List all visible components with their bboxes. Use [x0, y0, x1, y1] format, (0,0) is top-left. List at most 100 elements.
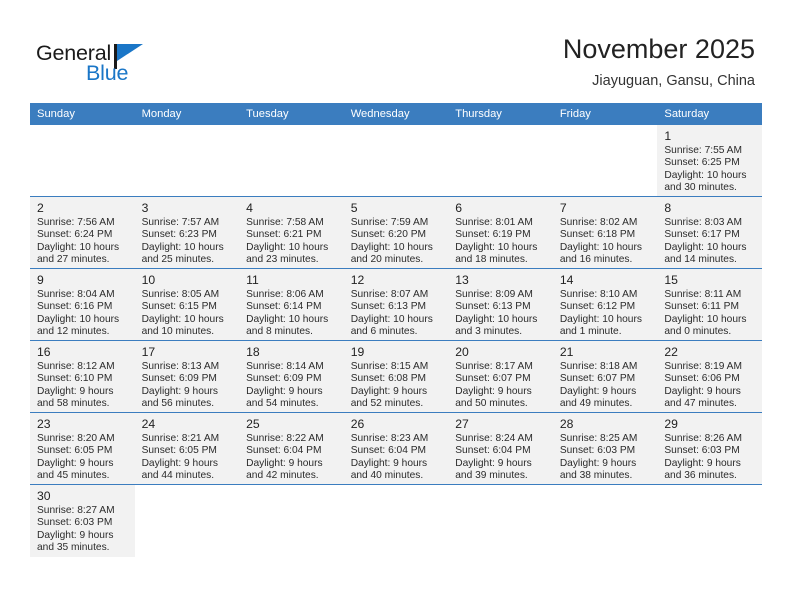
- weekday-header-thursday: Thursday: [448, 103, 553, 125]
- day-cell[interactable]: 29 Sunrise: 8:26 AM Sunset: 6:03 PM Dayl…: [657, 413, 762, 485]
- daylight-text-line2: and 25 minutes.: [141, 254, 215, 266]
- sunrise-text: Sunrise: 7:57 AM: [141, 217, 220, 228]
- day-cell[interactable]: 12 Sunrise: 8:07 AM Sunset: 6:13 PM Dayl…: [343, 269, 449, 341]
- day-number: 1: [664, 129, 672, 143]
- sunrise-text: Sunrise: 8:05 AM: [141, 289, 220, 300]
- sunset-text: Sunset: 6:13 PM: [455, 301, 531, 313]
- daylight-text-line1: Daylight: 9 hours: [350, 385, 428, 397]
- day-number: 22: [664, 345, 678, 359]
- day-cell[interactable]: 26 Sunrise: 8:23 AM Sunset: 6:04 PM Dayl…: [343, 413, 449, 485]
- day-cell[interactable]: 13 Sunrise: 8:09 AM Sunset: 6:13 PM Dayl…: [448, 269, 553, 341]
- sunrise-text: Sunrise: 8:17 AM: [455, 361, 533, 372]
- daylight-text-line1: Daylight: 10 hours: [246, 313, 329, 325]
- day-cell[interactable]: 17 Sunrise: 8:13 AM Sunset: 6:09 PM Dayl…: [134, 341, 240, 413]
- sunrise-text: Sunrise: 8:19 AM: [664, 361, 742, 372]
- daylight-text-line1: Daylight: 9 hours: [37, 385, 114, 397]
- calendar-header-row: Sunday Monday Tuesday Wednesday Thursday…: [30, 103, 762, 125]
- sunrise-text: Sunrise: 8:10 AM: [559, 289, 638, 300]
- day-cell-empty: [343, 125, 449, 197]
- daylight-text-line2: and 36 minutes.: [664, 470, 737, 482]
- weekday-header-friday: Friday: [552, 103, 658, 125]
- day-number: 20: [455, 345, 469, 359]
- day-cell[interactable]: 4 Sunrise: 7:58 AM Sunset: 6:21 PM Dayli…: [239, 197, 344, 269]
- day-cell[interactable]: 25 Sunrise: 8:22 AM Sunset: 6:04 PM Dayl…: [239, 413, 344, 485]
- daylight-text-line2: and 39 minutes.: [455, 470, 528, 482]
- daylight-text-line2: and 49 minutes.: [559, 398, 633, 410]
- sunset-text: Sunset: 6:11 PM: [664, 301, 739, 313]
- daylight-text-line2: and 40 minutes.: [350, 470, 424, 482]
- sunset-text: Sunset: 6:03 PM: [559, 445, 636, 457]
- daylight-text-line1: Daylight: 10 hours: [37, 241, 120, 253]
- daylight-text-line2: and 3 minutes.: [455, 326, 523, 338]
- day-cell[interactable]: 3 Sunrise: 7:57 AM Sunset: 6:23 PM Dayli…: [134, 197, 240, 269]
- day-cell[interactable]: 2 Sunrise: 7:56 AM Sunset: 6:24 PM Dayli…: [30, 197, 135, 269]
- day-cell[interactable]: 22 Sunrise: 8:19 AM Sunset: 6:06 PM Dayl…: [657, 341, 762, 413]
- day-cell[interactable]: 7 Sunrise: 8:02 AM Sunset: 6:18 PM Dayli…: [552, 197, 658, 269]
- day-number: 10: [141, 273, 156, 287]
- day-cell[interactable]: 30 Sunrise: 8:27 AM Sunset: 6:03 PM Dayl…: [30, 485, 135, 557]
- day-cell-empty: [134, 125, 240, 197]
- sunrise-text: Sunrise: 8:24 AM: [455, 433, 533, 444]
- daylight-text-line1: Daylight: 10 hours: [350, 241, 433, 253]
- day-cell[interactable]: 21 Sunrise: 8:18 AM Sunset: 6:07 PM Dayl…: [552, 341, 658, 413]
- title-block: November 2025 Jiayuguan, Gansu, China: [563, 33, 755, 91]
- calendar-week-row: 30 Sunrise: 8:27 AM Sunset: 6:03 PM Dayl…: [30, 485, 762, 557]
- page-title: November 2025: [562, 34, 755, 64]
- sunset-text: Sunset: 6:06 PM: [664, 373, 740, 385]
- day-number: 23: [37, 417, 51, 431]
- sunset-text: Sunset: 6:04 PM: [350, 445, 427, 457]
- calendar-page: General Blue November 2025 Jiayuguan, Ga…: [0, 0, 792, 612]
- day-cell[interactable]: 23 Sunrise: 8:20 AM Sunset: 6:05 PM Dayl…: [30, 413, 135, 485]
- sunrise-text: Sunrise: 8:04 AM: [37, 289, 115, 300]
- day-cell[interactable]: 19 Sunrise: 8:15 AM Sunset: 6:08 PM Dayl…: [343, 341, 449, 413]
- day-cell[interactable]: 28 Sunrise: 8:25 AM Sunset: 6:03 PM Dayl…: [552, 413, 658, 485]
- day-number: 2: [37, 201, 44, 215]
- daylight-text-line1: Daylight: 9 hours: [37, 529, 114, 541]
- day-cell[interactable]: 20 Sunrise: 8:17 AM Sunset: 6:07 PM Dayl…: [448, 341, 553, 413]
- day-cell-empty: [134, 485, 240, 557]
- day-cell[interactable]: 11 Sunrise: 8:06 AM Sunset: 6:14 PM Dayl…: [239, 269, 344, 341]
- sunset-text: Sunset: 6:04 PM: [455, 445, 531, 457]
- daylight-text-line1: Daylight: 9 hours: [455, 457, 532, 469]
- daylight-text-line2: and 35 minutes.: [37, 542, 110, 554]
- day-number: 25: [246, 417, 260, 431]
- sunrise-text: Sunrise: 8:07 AM: [350, 289, 429, 300]
- day-number: 6: [455, 201, 463, 215]
- sunset-text: Sunset: 6:18 PM: [559, 229, 636, 241]
- day-cell[interactable]: 18 Sunrise: 8:14 AM Sunset: 6:09 PM Dayl…: [239, 341, 344, 413]
- sunrise-text: Sunrise: 7:59 AM: [350, 217, 429, 228]
- day-cell[interactable]: 24 Sunrise: 8:21 AM Sunset: 6:05 PM Dayl…: [134, 413, 240, 485]
- calendar-week-row: 2 Sunrise: 7:56 AM Sunset: 6:24 PM Dayli…: [30, 197, 762, 269]
- page-subtitle: Jiayuguan, Gansu, China: [592, 73, 755, 89]
- day-cell[interactable]: 5 Sunrise: 7:59 AM Sunset: 6:20 PM Dayli…: [343, 197, 449, 269]
- sunrise-text: Sunrise: 8:21 AM: [141, 433, 220, 444]
- day-cell-empty: [657, 485, 762, 557]
- sunrise-text: Sunrise: 8:01 AM: [455, 217, 533, 228]
- daylight-text-line1: Daylight: 9 hours: [559, 457, 637, 469]
- day-number: 28: [559, 417, 574, 431]
- sunrise-text: Sunrise: 8:13 AM: [141, 361, 220, 372]
- daylight-text-line2: and 14 minutes.: [664, 254, 737, 266]
- day-cell[interactable]: 9 Sunrise: 8:04 AM Sunset: 6:16 PM Dayli…: [30, 269, 135, 341]
- sunrise-text: Sunrise: 8:23 AM: [350, 433, 429, 444]
- daylight-text-line1: Daylight: 10 hours: [37, 313, 120, 325]
- day-cell[interactable]: 6 Sunrise: 8:01 AM Sunset: 6:19 PM Dayli…: [448, 197, 553, 269]
- day-cell-empty: [343, 485, 449, 557]
- day-cell[interactable]: 8 Sunrise: 8:03 AM Sunset: 6:17 PM Dayli…: [657, 197, 762, 269]
- daylight-text-line1: Daylight: 10 hours: [664, 241, 747, 253]
- day-cell[interactable]: 14 Sunrise: 8:10 AM Sunset: 6:12 PM Dayl…: [552, 269, 658, 341]
- sunset-text: Sunset: 6:03 PM: [664, 445, 740, 457]
- day-cell[interactable]: 10 Sunrise: 8:05 AM Sunset: 6:15 PM Dayl…: [134, 269, 240, 341]
- daylight-text-line1: Daylight: 10 hours: [141, 241, 224, 253]
- day-cell[interactable]: 1 Sunrise: 7:55 AM Sunset: 6:25 PM Dayli…: [657, 125, 762, 197]
- day-cell[interactable]: 15 Sunrise: 8:11 AM Sunset: 6:11 PM Dayl…: [657, 269, 762, 341]
- sunrise-text: Sunrise: 8:14 AM: [246, 361, 324, 372]
- sunset-text: Sunset: 6:03 PM: [37, 517, 113, 529]
- day-cell[interactable]: 16 Sunrise: 8:12 AM Sunset: 6:10 PM Dayl…: [30, 341, 135, 413]
- daylight-text-line2: and 27 minutes.: [37, 254, 110, 266]
- day-cell-empty: [30, 125, 135, 197]
- daylight-text-line1: Daylight: 9 hours: [350, 457, 428, 469]
- sunset-text: Sunset: 6:15 PM: [141, 301, 217, 313]
- day-cell-empty: [448, 125, 553, 197]
- day-cell[interactable]: 27 Sunrise: 8:24 AM Sunset: 6:04 PM Dayl…: [448, 413, 553, 485]
